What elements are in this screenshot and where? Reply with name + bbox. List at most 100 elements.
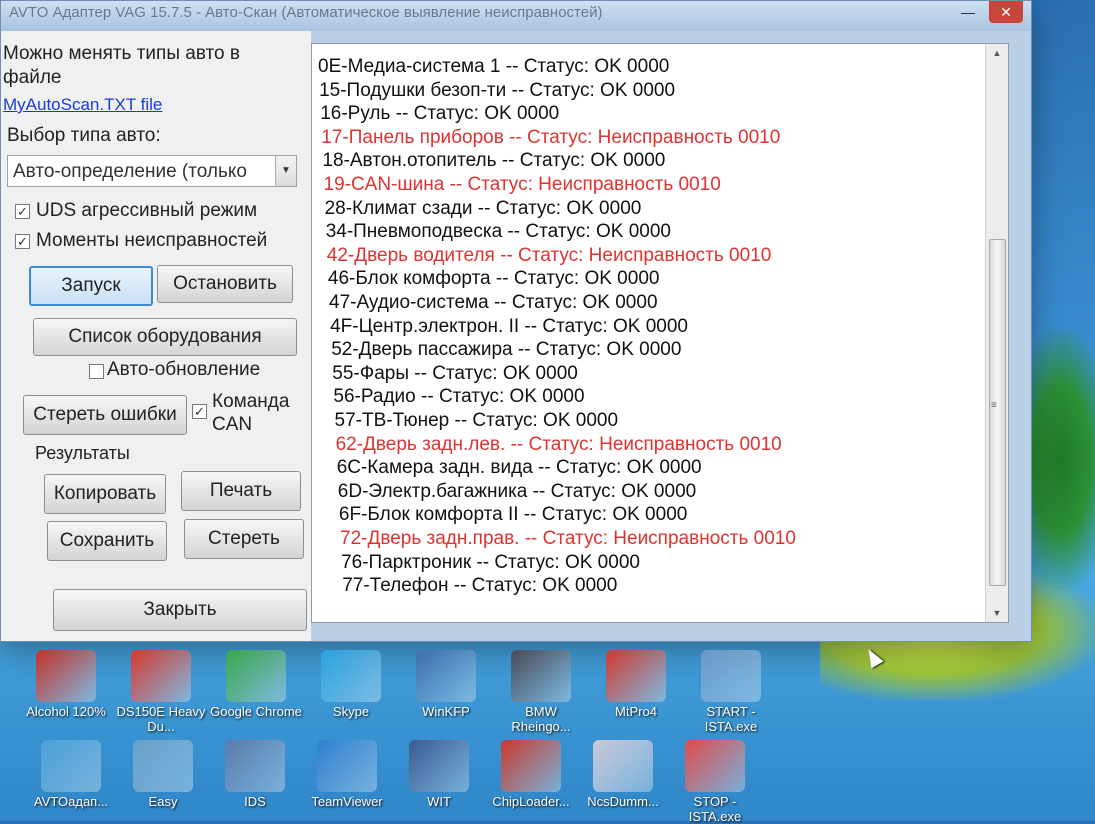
desktop-shortcut-label: Alcohol 120%	[26, 704, 106, 719]
result-row[interactable]: 6C-Камера задн. вида -- Статус: OK 0000	[337, 457, 702, 479]
info-text-line1: Можно менять типы авто в	[3, 43, 240, 64]
result-row[interactable]: 6D-Электр.багажника -- Статус: OK 0000	[338, 481, 696, 503]
desktop-shortcut[interactable]: BMW Rheingo...	[495, 650, 587, 734]
desktop-shortcut-label: Google Chrome	[210, 704, 302, 719]
can-command-label-line1: Команда	[212, 391, 290, 412]
car-type-label: Выбор типа авто:	[7, 125, 161, 146]
bmw-rheingold-icon	[511, 650, 571, 702]
close-button[interactable]: Закрыть	[53, 589, 307, 631]
autoscan-file-link[interactable]: MyAutoScan.TXT file	[3, 95, 162, 115]
result-row[interactable]: 0E-Медиа-система 1 -- Статус: OK 0000	[318, 56, 669, 78]
desktop-shortcut[interactable]: Easy	[117, 740, 209, 809]
desktop-shortcut[interactable]: DS150E Heavy Du...	[115, 650, 207, 734]
result-row[interactable]: 6F-Блок комфорта II -- Статус: OK 0000	[339, 504, 687, 526]
result-row[interactable]: 34-Пневмоподвеска -- Статус: OK 0000	[326, 221, 671, 243]
desktop-shortcut[interactable]: MtPro4	[590, 650, 682, 719]
erase-button[interactable]: Стереть	[184, 519, 304, 559]
chevron-down-icon[interactable]: ▼	[275, 156, 296, 186]
desktop-shortcut-label: START - ISTA.exe	[704, 704, 758, 734]
desktop-shortcut-label: AVTOадап...	[33, 794, 109, 809]
ista-start-icon	[701, 650, 761, 702]
desktop-shortcut[interactable]: AVTOадап...	[25, 740, 117, 809]
uds-aggressive-label: UDS агрессивный режим	[36, 200, 258, 221]
desktop-shortcut[interactable]: Alcohol 120%	[20, 650, 112, 719]
auto-update-label: Авто-обновление	[107, 359, 261, 380]
result-row[interactable]: 56-Радио -- Статус: OK 0000	[333, 386, 584, 408]
result-row[interactable]: 72-Дверь задн.прав. -- Статус: Неисправн…	[340, 528, 796, 550]
desktop-shortcut[interactable]: TeamViewer	[301, 740, 393, 809]
result-row[interactable]: 19-CAN-шина -- Статус: Неисправность 001…	[324, 174, 721, 196]
ncsdummy-icon	[593, 740, 653, 792]
close-window-button[interactable]: ✕	[989, 1, 1023, 23]
results-list[interactable]: 0E-Медиа-система 1 -- Статус: OK 0000 15-…	[311, 43, 1009, 623]
chiploader-icon	[501, 740, 561, 792]
desktop-shortcut-label: BMW Rheingo...	[511, 704, 571, 734]
result-row[interactable]: 52-Дверь пассажира -- Статус: OK 0000	[331, 339, 681, 361]
result-row[interactable]: 46-Блок комфорта -- Статус: OK 0000	[328, 268, 660, 290]
result-row[interactable]: 77-Телефон -- Статус: OK 0000	[342, 575, 617, 597]
start-button[interactable]: Запуск	[29, 266, 153, 306]
easy-icon	[133, 740, 193, 792]
alcohol-icon	[36, 650, 96, 702]
skype-icon	[321, 650, 381, 702]
result-row[interactable]: 55-Фары -- Статус: OK 0000	[332, 363, 578, 385]
result-row[interactable]: 28-Климат сзади -- Статус: OK 0000	[325, 198, 642, 220]
result-row[interactable]: 57-ТВ-Тюнер -- Статус: OK 0000	[335, 410, 619, 432]
desktop-shortcut[interactable]: WIT	[393, 740, 485, 809]
desktop-shortcut-label: STOP - ISTA.exe	[688, 794, 742, 824]
clear-errors-button[interactable]: Стереть ошибки	[23, 395, 187, 435]
desktop-shortcut[interactable]: START - ISTA.exe	[685, 650, 777, 734]
desktop-shortcut[interactable]: IDS	[209, 740, 301, 809]
results-scrollbar[interactable]: ▲ ≡ ▼	[985, 44, 1008, 622]
auto-update-checkbox[interactable]	[89, 364, 104, 379]
control-panel: Можно менять типы авто в файле MyAutoSca…	[1, 31, 311, 641]
save-button[interactable]: Сохранить	[47, 521, 167, 561]
result-row[interactable]: 42-Дверь водителя -- Статус: Неисправнос…	[327, 245, 772, 267]
result-row[interactable]: 62-Дверь задн.лев. -- Статус: Неисправно…	[336, 434, 782, 456]
desktop-shortcut[interactable]: Google Chrome	[210, 650, 302, 719]
ids-icon	[225, 740, 285, 792]
desktop-shortcut-label: WinKFP	[422, 704, 470, 719]
info-text-line2: файле	[3, 67, 62, 88]
desktop-shortcut-label: TeamViewer	[311, 794, 383, 809]
scroll-up-icon[interactable]: ▲	[986, 44, 1008, 62]
result-row[interactable]: 15-Подушки безоп-ти -- Статус: OK 0000	[319, 80, 675, 102]
desktop-shortcut-label: ChipLoader...	[492, 794, 570, 809]
fault-moments-label: Моменты неисправностей	[36, 230, 268, 251]
can-command-checkbox[interactable]: ✓	[192, 404, 207, 419]
chrome-icon	[226, 650, 286, 702]
scrollbar-thumb[interactable]	[989, 239, 1006, 586]
desktop-shortcut[interactable]: NcsDumm...	[577, 740, 669, 809]
desktop-shortcut-label: NcsDumm...	[587, 794, 659, 809]
car-icon	[606, 650, 666, 702]
teamviewer-icon	[317, 740, 377, 792]
result-row[interactable]: 16-Руль -- Статус: OK 0000	[320, 103, 559, 125]
result-row[interactable]: 47-Аудио-система -- Статус: OK 0000	[329, 292, 658, 314]
window-titlebar[interactable]: AVTO Адаптер VAG 15.7.5 - Авто-Скан (Авт…	[1, 1, 1031, 31]
desktop-shortcut[interactable]: STOP - ISTA.exe	[669, 740, 761, 824]
stop-button[interactable]: Остановить	[157, 265, 293, 303]
desktop-shortcut-label: Easy	[148, 794, 178, 809]
print-button[interactable]: Печать	[181, 471, 301, 511]
copy-button[interactable]: Копировать	[44, 474, 166, 514]
result-row[interactable]: 18-Автон.отопитель -- Статус: OK 0000	[322, 150, 665, 172]
vcds-icon	[41, 740, 101, 792]
uds-aggressive-checkbox[interactable]: ✓	[15, 204, 30, 219]
equipment-list-button[interactable]: Список оборудования	[33, 318, 297, 356]
desktop-shortcut-label: Skype	[332, 704, 370, 719]
desktop-shortcut[interactable]: Skype	[305, 650, 397, 719]
car-type-select[interactable]: Авто-определение (только ▼	[7, 155, 297, 187]
wit-icon	[409, 740, 469, 792]
window-title: AVTO Адаптер VAG 15.7.5 - Авто-Скан (Авт…	[9, 4, 603, 21]
minimize-button[interactable]: —	[951, 1, 985, 23]
result-row[interactable]: 76-Парктроник -- Статус: OK 0000	[341, 552, 640, 574]
desktop-shortcut[interactable]: WinKFP	[400, 650, 492, 719]
desktop-shortcut-label: WIT	[427, 794, 451, 809]
result-row[interactable]: 4F-Центр.электрон. II -- Статус: OK 0000	[330, 316, 688, 338]
fault-moments-checkbox[interactable]: ✓	[15, 234, 30, 249]
result-row[interactable]: 17-Панель приборов -- Статус: Неисправно…	[321, 127, 780, 149]
desktop-shortcut[interactable]: ChipLoader...	[485, 740, 577, 809]
scroll-down-icon[interactable]: ▼	[986, 604, 1008, 622]
results-rows: 0E-Медиа-система 1 -- Статус: OK 0000 15-…	[312, 44, 982, 622]
desktop-shortcut-label: IDS	[244, 794, 266, 809]
